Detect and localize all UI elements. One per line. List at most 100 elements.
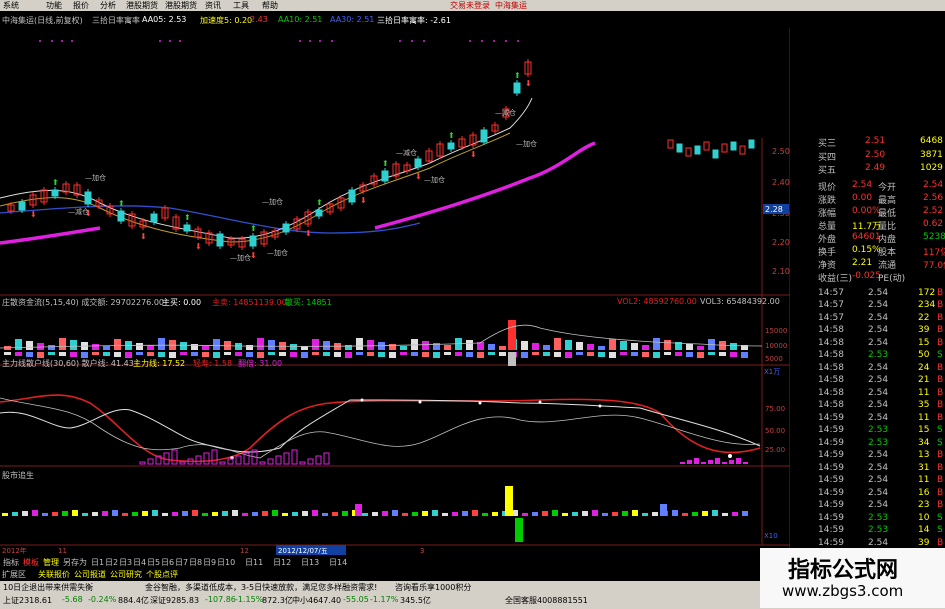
tick-direction: S	[937, 512, 943, 523]
volume-bar	[48, 345, 55, 350]
sh-index[interactable]: 上证2318.61	[3, 595, 52, 606]
annotation-reduce-2: —减仓	[396, 148, 417, 157]
tab-4[interactable]: 日1	[90, 557, 105, 568]
tab-8[interactable]: 日5	[146, 557, 161, 568]
menu-quote[interactable]: 报价	[73, 0, 89, 11]
message-2[interactable]: 金谷智融，多渠道低成本，3-5日快速放款，满足您多样融资需求!	[145, 582, 377, 593]
tab-1[interactable]: 模板	[22, 557, 40, 568]
chart-area[interactable]: ⬇⬆⬇⬆⬇⬆⬇⬇⬆⬇⬆ ⬇⬆⬇⬆⬇⬆⬇ —加仓 —减仓 —加仓 —减仓 —加仓 —…	[0, 28, 790, 555]
signal-bar	[72, 510, 78, 516]
up-arrow-icon: ⬆	[118, 199, 125, 208]
tick-price: 2.54	[868, 375, 889, 385]
volume-bar	[389, 344, 396, 350]
subtab-1[interactable]: 关联报价	[38, 569, 70, 580]
stat-label-2: 最低	[878, 208, 897, 219]
tab-15[interactable]: 日12	[272, 557, 292, 568]
subtab-0[interactable]: 扩展区	[2, 569, 26, 580]
subtab-2[interactable]: 公司报道	[74, 569, 106, 580]
stat-label-2: 最高	[878, 195, 897, 206]
menu-hk-futures[interactable]: 港股期货	[126, 0, 158, 11]
menu-help[interactable]: 帮助	[262, 0, 278, 11]
message-bar: 10日企退出带来供需失衡 金谷智融，多渠道低成本，3-5日快速放款，满足您多样融…	[0, 581, 760, 593]
volume-bar	[532, 343, 539, 350]
tick-time: 14:59	[818, 487, 844, 498]
volume-bar-neg	[675, 352, 682, 356]
tab-10[interactable]: 日7	[174, 557, 189, 568]
ma-blue-line	[0, 205, 421, 234]
menu-tools[interactable]: 工具	[233, 0, 249, 11]
tab-7[interactable]: 日4	[132, 557, 147, 568]
vol2-value: VOL2: 48592760.00	[617, 297, 697, 306]
volume-bar	[356, 338, 363, 350]
menu-hk-futures-2[interactable]: 港股期货	[165, 0, 197, 11]
rate-value: 三拾日率寓率: -2.61	[377, 16, 451, 25]
tick-volume: 35	[918, 400, 930, 410]
volume-bar-neg	[620, 352, 627, 355]
tab-12[interactable]: 日9	[202, 557, 217, 568]
tab-0[interactable]: 指标	[2, 557, 20, 568]
tab-9[interactable]: 日6	[160, 557, 175, 568]
zx-index[interactable]: 中小4647.40	[292, 595, 341, 606]
volume-bar	[312, 339, 319, 350]
tab-5[interactable]: 日2	[104, 557, 119, 568]
signal-bars	[2, 486, 748, 542]
trade-login-status[interactable]: 交易未登录	[450, 0, 490, 11]
volume-bar-neg	[334, 352, 341, 357]
subtab-3[interactable]: 公司研究	[110, 569, 142, 580]
signal-bar	[462, 511, 468, 516]
volume-bar	[136, 343, 143, 350]
tick-direction: B	[937, 362, 944, 373]
tab-16[interactable]: 日13	[300, 557, 320, 568]
tab-6[interactable]: 日3	[118, 557, 133, 568]
tick-direction: B	[937, 400, 944, 410]
menu-news[interactable]: 资讯	[205, 0, 221, 11]
signal-bar	[442, 513, 448, 516]
menu-system[interactable]: 系统	[3, 0, 19, 11]
tab-2[interactable]: 管理	[42, 557, 60, 568]
subtab-4[interactable]: 个股点评	[146, 569, 178, 580]
volume-bar	[664, 340, 671, 350]
tick-time: 14:58	[818, 375, 844, 385]
tick-direction: B	[937, 487, 944, 498]
signal-bar	[562, 513, 568, 516]
tab-17[interactable]: 日14	[328, 557, 348, 568]
volume-bar	[59, 338, 66, 350]
current-price-marker-label: 2.28	[765, 205, 783, 214]
menu-function[interactable]: 功能	[46, 0, 62, 11]
bid-label: 买四	[818, 152, 837, 163]
price-axis-220: 2.20	[772, 238, 790, 247]
force-bar	[219, 461, 226, 465]
volume-bar-neg	[653, 352, 660, 358]
stat-value: 2.54	[852, 179, 873, 190]
menu-analysis[interactable]: 分析	[100, 0, 116, 11]
message-3[interactable]: 咨询看乐享1000积分	[395, 582, 471, 593]
bid-volume: 1029	[920, 163, 943, 173]
tick-row: 14:59 2.54 23 B	[790, 500, 945, 513]
vol-unit: X1万	[764, 368, 780, 376]
zx-change: -55.05	[343, 595, 369, 604]
sh-change: -5.68	[62, 595, 83, 604]
tab-3[interactable]: 另存为	[62, 557, 88, 568]
signal-bar	[452, 512, 458, 516]
menu-bar: 系统 功能 报价 分析 港股期货 港股期货 资讯 工具 帮助 交易未登录 中海集…	[0, 0, 945, 11]
tab-11[interactable]: 日8	[188, 557, 203, 568]
candlesticks-right	[667, 139, 755, 159]
tick-volume: 22	[918, 312, 930, 323]
tab-14[interactable]: 日11	[244, 557, 264, 568]
force-axis-25: 25.00	[765, 446, 785, 454]
tick-time: 14:59	[818, 412, 844, 423]
stat-label: 净资	[818, 260, 837, 271]
volume-bar-neg	[664, 352, 671, 355]
volume-bar-neg	[323, 352, 330, 356]
signal-bar	[2, 513, 8, 516]
tick-direction: B	[937, 375, 944, 385]
tick-row: 14:59 2.53 14 S	[790, 525, 945, 538]
tick-price: 2.53	[868, 425, 889, 435]
message-1[interactable]: 10日企退出带来供需失衡	[3, 582, 93, 593]
tick-price: 2.54	[868, 412, 889, 423]
quote-panel: 买三 2.51 6468 买四 2.50 3871 买五 2.49 1029 现价 2.54 今开 2.…	[790, 136, 945, 560]
tab-13[interactable]: 日10	[216, 557, 236, 568]
tick-row: 14:59 2.54 11 B	[790, 413, 945, 426]
sz-index[interactable]: 深证9285.83	[150, 595, 199, 606]
tick-time: 14:59	[818, 450, 844, 460]
